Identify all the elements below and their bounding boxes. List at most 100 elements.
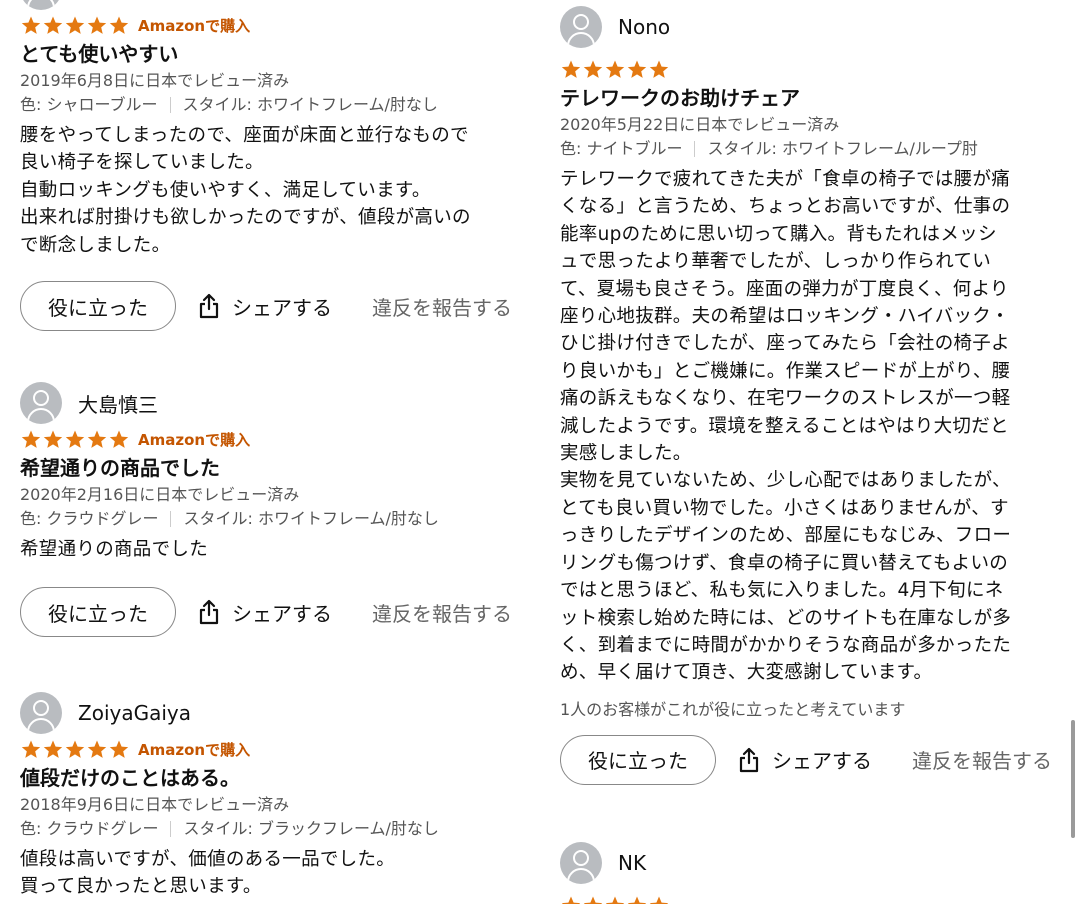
verified-purchase-badge: Amazonで購入 xyxy=(138,430,251,449)
reviewer[interactable]: NK xyxy=(560,840,1070,886)
star-icon xyxy=(649,896,669,904)
reviewer[interactable]: 大島慎三 xyxy=(20,380,530,426)
share-label: シェアする xyxy=(232,295,332,320)
review-actions: 役に立った シェアする 違反を報告する xyxy=(560,733,1070,787)
five-star-rating xyxy=(20,15,130,36)
review-card: 大島慎三 Amazonで購入 希望通りの商品でした 2020年2月16日に日本で… xyxy=(20,380,530,639)
review-body-line: め、早く届けて頂き、大変感謝しています。 xyxy=(560,662,933,684)
product-variant[interactable]: 色: シャローブルー スタイル: ホワイトフレーム/肘なし xyxy=(20,92,530,118)
five-star-rating xyxy=(20,739,130,760)
left-review-column: Amazonで購入 とても使いやすい 2019年6月8日に日本でレビュー済み 色… xyxy=(20,0,530,904)
divider xyxy=(169,97,171,113)
review-body: 値段は高いですが、価値のある一品でした。 買って良かったと思います。 xyxy=(20,846,530,901)
avatar xyxy=(560,842,602,884)
reviewer xyxy=(20,0,530,12)
five-star-rating xyxy=(560,895,670,904)
report-abuse-link[interactable]: 違反を報告する xyxy=(372,292,512,321)
review-body-line: 痛の訴えもなくなり、在宅ワークのストレスが一つ軽 xyxy=(560,388,1011,410)
variant-style: スタイル: ホワイトフレーム/ループ肘 xyxy=(707,139,978,158)
product-variant[interactable]: 色: クラウドグレー スタイル: ブラックフレーム/肘なし xyxy=(20,816,530,842)
review-body-line: 値段は高いですが、価値のある一品でした。 xyxy=(20,849,396,870)
review-actions: 役に立った シェアする 違反を報告する xyxy=(20,585,530,639)
review-body-line: て、夏場も良さそう。座面の弾力が丁度良く、何より xyxy=(560,278,1009,300)
right-review-column: Nono テレワークのお助けチェア 2020年5月22日に日本でレビュー済み 色… xyxy=(560,0,1070,904)
helpful-count: 1人のお客様がこれが役に立ったと考えています xyxy=(560,699,906,719)
variant-color: 色: ナイトブルー xyxy=(560,139,683,158)
star-icon xyxy=(87,430,107,448)
helpful-button[interactable]: 役に立った xyxy=(560,734,716,785)
product-variant[interactable]: 色: ナイトブルー スタイル: ホワイトフレーム/ループ肘 xyxy=(560,136,1070,162)
star-icon xyxy=(627,896,647,904)
review-body-line: 減したようです。環境を整えることはやはり大切だと xyxy=(560,415,1009,437)
star-icon xyxy=(21,16,41,34)
review-body-line: 買って良かったと思います。 xyxy=(20,876,262,898)
review-title[interactable]: テレワークのお助けチェア xyxy=(560,84,1070,112)
review-body-line: ではと思うほど、私も気に入りました。4月下旬にネ xyxy=(560,580,1004,602)
review-body-line: り良いかも」とご機嫌に。作業スピードが上がり、腰 xyxy=(560,360,1011,382)
variant-color: 色: クラウドグレー xyxy=(20,819,159,838)
review-title[interactable]: 値段だけのことはある。 xyxy=(20,764,530,792)
helpful-button[interactable]: 役に立った xyxy=(20,281,176,332)
star-icon xyxy=(21,430,41,448)
review-title[interactable]: 希望通りの商品でした xyxy=(20,454,530,482)
review-title[interactable]: とても使いやすい xyxy=(20,40,530,68)
product-variant[interactable]: 色: クラウドグレー スタイル: ホワイトフレーム/肘なし xyxy=(20,506,530,532)
reviewer[interactable]: Nono xyxy=(560,4,1070,50)
report-abuse-link[interactable]: 違反を報告する xyxy=(372,598,512,627)
star-icon xyxy=(21,740,41,758)
review-card: ZoiyaGaiya Amazonで購入 値段だけのことはある。 2018年9月… xyxy=(20,690,530,901)
review-body-line: ット検索し始めた時には、どのサイトも在庫なしが多 xyxy=(560,607,1012,629)
variant-style: スタイル: ブラックフレーム/肘なし xyxy=(183,819,439,838)
star-icon xyxy=(43,16,63,34)
review-body: 腰をやってしまったので、座面が床面と並行なもので 良い椅子を探していました。 自… xyxy=(20,122,530,259)
review-body-line: 能率upのために思い切って購入。背もたれはメッシ xyxy=(560,223,997,245)
star-icon xyxy=(65,430,85,448)
star-icon xyxy=(627,60,647,78)
share-button[interactable]: シェアする xyxy=(738,745,872,774)
reviewer-name: ZoiyaGaiya xyxy=(78,701,191,725)
reviewer[interactable]: ZoiyaGaiya xyxy=(20,690,530,736)
share-label: シェアする xyxy=(772,749,872,774)
five-star-rating xyxy=(560,59,670,80)
avatar xyxy=(20,382,62,424)
review-card: Nono テレワークのお助けチェア 2020年5月22日に日本でレビュー済み 色… xyxy=(560,4,1070,787)
scrollbar[interactable] xyxy=(1071,720,1075,838)
verified-purchase-badge: Amazonで購入 xyxy=(138,740,251,759)
report-abuse-link[interactable]: 違反を報告する xyxy=(912,745,1052,774)
reviewer-name: Nono xyxy=(618,15,671,39)
share-button[interactable]: シェアする xyxy=(198,292,332,321)
review-date: 2020年2月16日に日本でレビュー済み xyxy=(20,485,300,504)
star-icon xyxy=(583,896,603,904)
review-body-line: ュで思ったより華奢でしたが、しっかり作られてい xyxy=(560,251,992,273)
star-icon xyxy=(605,60,625,78)
variant-color: 色: クラウドグレー xyxy=(20,509,159,528)
review-card: NK xyxy=(560,840,1070,904)
variant-style: スタイル: ホワイトフレーム/肘なし xyxy=(182,95,438,114)
review-body-line: 腰をやってしまったので、座面が床面と並行なもので xyxy=(20,125,469,146)
share-icon xyxy=(199,293,219,319)
star-icon xyxy=(87,740,107,758)
share-label: シェアする xyxy=(232,601,332,626)
star-icon xyxy=(109,16,129,34)
star-icon xyxy=(583,60,603,78)
helpful-button[interactable]: 役に立った xyxy=(20,587,176,638)
variant-color: 色: シャローブルー xyxy=(20,95,158,114)
review-body-line: 自動ロッキングも使いやすく、満足しています。 xyxy=(20,179,431,201)
review-body-line: 座り心地抜群。夫の希望はロッキング・ハイバック・ xyxy=(560,306,1010,328)
review-body-line: テレワークで疲れてきた夫が「食卓の椅子では腰が痛 xyxy=(560,169,1011,190)
review-body: テレワークで疲れてきた夫が「食卓の椅子では腰が痛 くなる」と言うため、ちょっとお… xyxy=(560,166,1070,687)
review-body-line: く、到着までに時間がかかりそうな商品が多かったた xyxy=(560,634,1012,656)
star-icon xyxy=(65,740,85,758)
divider xyxy=(170,511,172,527)
star-icon xyxy=(65,16,85,34)
star-icon xyxy=(87,16,107,34)
review-body-line: 出来れば肘掛けも欲しかったのですが、値段が高いの xyxy=(20,207,471,229)
review-body-line: リングも傷つけず、食卓の椅子に買い替えてもよいの xyxy=(560,552,1009,574)
review-body-line: 実物を見ていないため、少し心配ではありましたが、 xyxy=(560,470,1011,492)
reviewer-name: NK xyxy=(618,851,647,875)
share-button[interactable]: シェアする xyxy=(198,598,332,627)
review-body-line: 実感しました。 xyxy=(560,443,692,465)
review-card: Amazonで購入 とても使いやすい 2019年6月8日に日本でレビュー済み 色… xyxy=(20,0,530,333)
review-body-line: くなる」と言うため、ちょっとお高いですが、仕事の xyxy=(560,196,1011,218)
review-body-line: 希望通りの商品でした xyxy=(20,539,209,560)
